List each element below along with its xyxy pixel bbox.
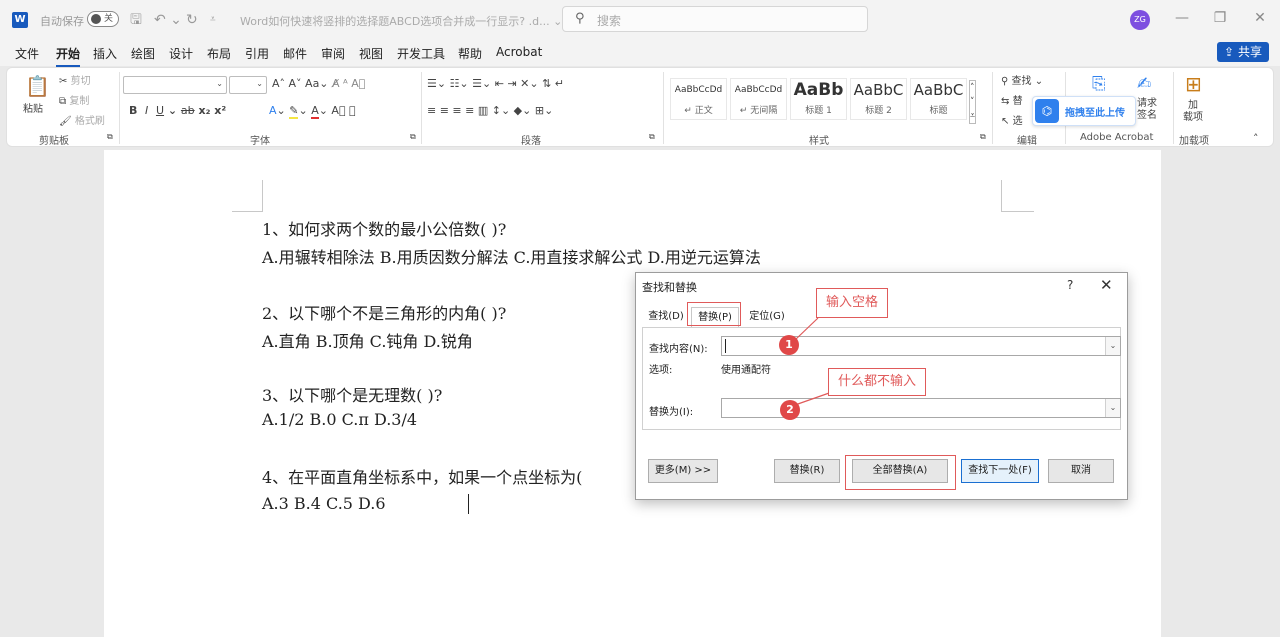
step-2-badge: 2	[780, 400, 800, 420]
annotation-note-2: 什么都不输入	[828, 368, 926, 396]
annotation-leader-lines	[794, 317, 833, 406]
annotation-note-1: 输入空格	[816, 288, 888, 318]
step-1-badge: 1	[779, 335, 799, 355]
